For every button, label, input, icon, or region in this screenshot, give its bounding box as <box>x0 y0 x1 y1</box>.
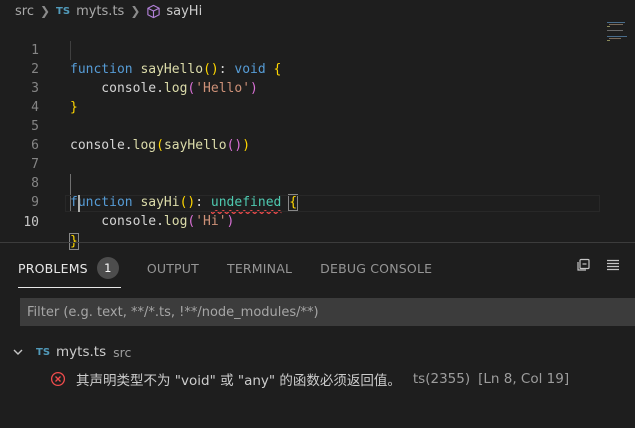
view-as-tree-icon[interactable] <box>605 257 621 273</box>
collapse-all-icon[interactable] <box>575 257 591 273</box>
breadcrumb-folder[interactable]: src <box>15 4 34 19</box>
chevron-right-icon: ❯ <box>130 4 141 18</box>
chevron-right-icon: ❯ <box>39 4 51 18</box>
problems-filter-input[interactable] <box>20 298 635 326</box>
typescript-file-icon: TS <box>56 5 71 17</box>
problem-file-dir: src <box>113 344 132 360</box>
minimap[interactable] <box>603 22 635 72</box>
panel-tabs: PROBLEMS 1 OUTPUT TERMINAL DEBUG CONSOLE <box>18 257 460 288</box>
code-line[interactable]: 7 <box>0 136 600 172</box>
breadcrumb-symbol[interactable]: sayHi <box>166 4 202 19</box>
code-line[interactable]: 6 <box>0 117 600 153</box>
tab-problems[interactable]: PROBLEMS 1 <box>18 257 121 288</box>
tab-terminal[interactable]: TERMINAL <box>227 261 292 276</box>
code-line[interactable]: 5 console.log(sayHello()) <box>0 98 600 153</box>
breadcrumb-file[interactable]: myts.ts <box>76 4 124 19</box>
bottom-panel: PROBLEMS 1 OUTPUT TERMINAL DEBUG CONSOLE… <box>0 242 635 428</box>
code-editor[interactable]: 1 function sayHello(): void { 2 console.… <box>0 22 635 250</box>
code-line[interactable]: 2 console.log('Hello') <box>0 41 600 96</box>
code-line[interactable]: 9 console.log('Hi') <box>0 174 600 229</box>
code-line[interactable]: 8 function sayHi(): undefined { <box>0 155 600 211</box>
method-cube-icon <box>147 4 161 18</box>
chevron-down-icon <box>13 349 23 355</box>
code-line[interactable]: 1 function sayHello(): void { <box>0 22 600 77</box>
problem-file-group[interactable]: TS myts.ts src <box>12 344 131 360</box>
error-icon <box>50 371 66 387</box>
line-number: 10 <box>23 215 39 230</box>
code-text: console.log('Hi') <box>70 214 235 229</box>
typescript-file-icon: TS <box>36 346 51 358</box>
problem-code: ts(2355) <box>412 371 471 387</box>
tab-label: PROBLEMS <box>18 260 88 276</box>
problem-file-name: myts.ts <box>56 344 107 360</box>
problem-message: 其声明类型不为 "void" 或 "any" 的函数必须返回值。 <box>76 373 401 389</box>
code-line[interactable]: 4 <box>0 79 600 115</box>
breadcrumb: src ❯ TS myts.ts ❯ sayHi <box>0 0 635 22</box>
tab-debug-console[interactable]: DEBUG CONSOLE <box>320 261 432 276</box>
panel-actions <box>561 257 621 273</box>
problem-position: [Ln 8, Col 19] <box>478 371 570 387</box>
tab-output[interactable]: OUTPUT <box>147 261 199 276</box>
problem-item[interactable]: 其声明类型不为 "void" 或 "any" 的函数必须返回值。 ts(2355… <box>50 369 569 389</box>
code-line[interactable]: 3 } <box>0 60 600 115</box>
code-line-active[interactable]: 10 } <box>0 194 600 250</box>
problems-count-badge: 1 <box>96 257 119 279</box>
text-cursor <box>78 195 80 212</box>
